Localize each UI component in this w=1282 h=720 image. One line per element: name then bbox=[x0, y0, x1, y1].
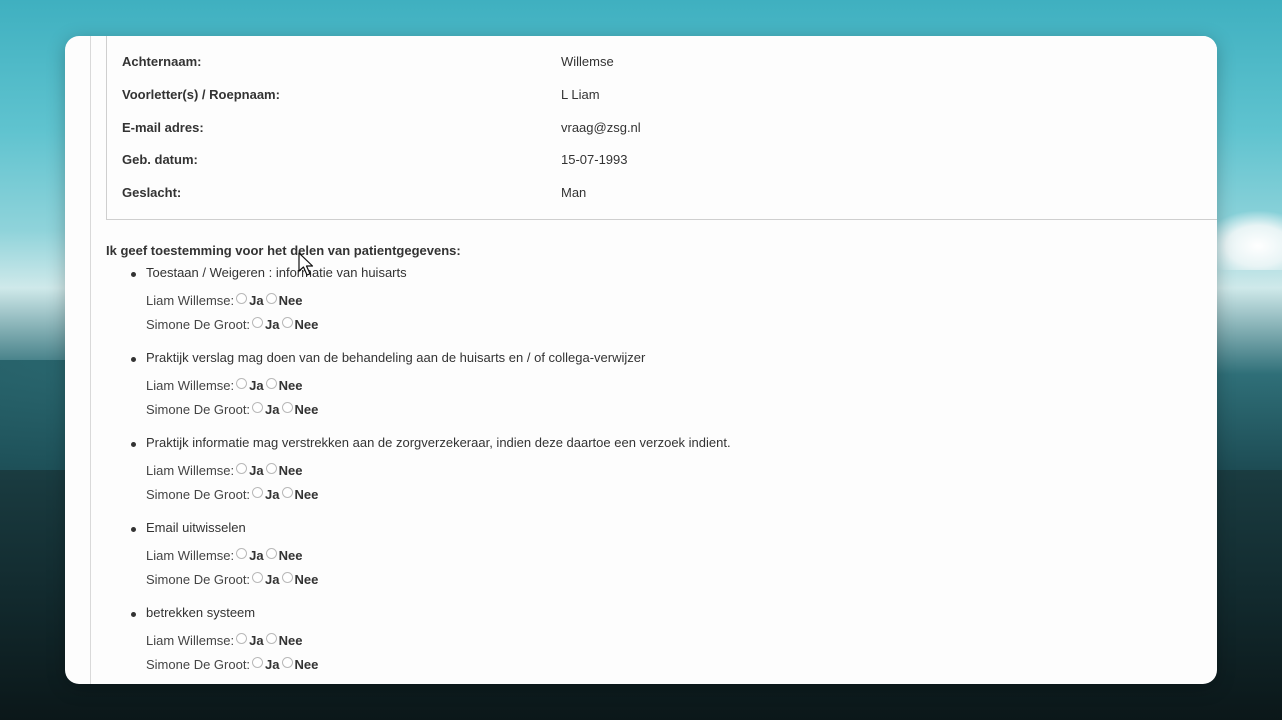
consent-item-text: Praktijk informatie mag verstrekken aan … bbox=[146, 435, 731, 450]
app-window: Achternaam: Willemse Voorletter(s) / Roe… bbox=[65, 36, 1217, 684]
yes-label: Ja bbox=[249, 633, 264, 649]
info-row-birthdate: Geb. datum: 15-07-1993 bbox=[107, 152, 1217, 174]
person-name: Simone De Groot: bbox=[146, 487, 251, 503]
no-label: Nee bbox=[294, 317, 319, 333]
radio-yes[interactable] bbox=[252, 657, 264, 669]
consent-item-text: Praktijk verslag mag doen van de behande… bbox=[146, 350, 646, 365]
patient-info-panel: Achternaam: Willemse Voorletter(s) / Roe… bbox=[106, 36, 1217, 220]
no-label: Nee bbox=[278, 293, 303, 309]
consent-person-row: Liam Willemse: Ja Nee bbox=[146, 377, 302, 397]
consent-item-text: Toestaan / Weigeren : informatie van hui… bbox=[146, 265, 407, 280]
consent-item: Praktijk informatie mag verstrekken aan … bbox=[106, 435, 1106, 515]
radio-no[interactable] bbox=[281, 402, 293, 414]
consent-item: Toestaan / Weigeren : informatie van hui… bbox=[106, 265, 1106, 345]
info-row-gender: Geslacht: Man bbox=[107, 185, 1217, 207]
radio-no[interactable] bbox=[265, 548, 277, 560]
person-name: Liam Willemse: bbox=[146, 378, 235, 394]
person-name: Simone De Groot: bbox=[146, 402, 251, 418]
radio-yes[interactable] bbox=[236, 293, 248, 305]
bullet-icon bbox=[131, 357, 136, 362]
info-label: Achternaam: bbox=[122, 54, 202, 69]
radio-no[interactable] bbox=[281, 487, 293, 499]
radio-no[interactable] bbox=[265, 293, 277, 305]
yes-label: Ja bbox=[265, 487, 280, 503]
no-label: Nee bbox=[278, 633, 303, 649]
person-name: Simone De Groot: bbox=[146, 572, 251, 588]
radio-no[interactable] bbox=[265, 463, 277, 475]
yes-label: Ja bbox=[249, 463, 264, 479]
no-label: Nee bbox=[294, 657, 319, 673]
consent-person-row: Liam Willemse: Ja Nee bbox=[146, 632, 302, 652]
radio-no[interactable] bbox=[265, 633, 277, 645]
yes-label: Ja bbox=[249, 293, 264, 309]
radio-no[interactable] bbox=[281, 572, 293, 584]
consent-heading: Ik geef toestemming voor het delen van p… bbox=[106, 243, 461, 258]
consent-person-row: Simone De Groot: Ja Nee bbox=[146, 486, 318, 506]
radio-no[interactable] bbox=[281, 317, 293, 329]
consent-item: Email uitwisselen Liam Willemse: Ja Nee Si… bbox=[106, 520, 1106, 600]
consent-person-row: Simone De Groot: Ja Nee bbox=[146, 571, 318, 591]
person-name: Simone De Groot: bbox=[146, 657, 251, 673]
person-name: Liam Willemse: bbox=[146, 548, 235, 564]
info-value: L Liam bbox=[561, 87, 600, 102]
consent-person-row: Liam Willemse: Ja Nee bbox=[146, 547, 302, 567]
consent-person-row: Simone De Groot: Ja Nee bbox=[146, 656, 318, 676]
radio-yes[interactable] bbox=[252, 317, 264, 329]
person-name: Liam Willemse: bbox=[146, 463, 235, 479]
no-label: Nee bbox=[294, 572, 319, 588]
info-row-lastname: Achternaam: Willemse bbox=[107, 54, 1217, 76]
info-row-initials: Voorletter(s) / Roepnaam: L Liam bbox=[107, 87, 1217, 109]
person-name: Liam Willemse: bbox=[146, 293, 235, 309]
info-row-email: E-mail adres: vraag@zsg.nl bbox=[107, 120, 1217, 142]
consent-person-row: Liam Willemse: Ja Nee bbox=[146, 462, 302, 482]
consent-person-row: Liam Willemse: Ja Nee bbox=[146, 292, 302, 312]
yes-label: Ja bbox=[249, 548, 264, 564]
radio-yes[interactable] bbox=[252, 402, 264, 414]
radio-yes[interactable] bbox=[236, 548, 248, 560]
info-value: 15-07-1993 bbox=[561, 152, 628, 167]
no-label: Nee bbox=[278, 463, 303, 479]
consent-item-text: Email uitwisselen bbox=[146, 520, 246, 535]
info-label: Geb. datum: bbox=[122, 152, 198, 167]
yes-label: Ja bbox=[265, 572, 280, 588]
no-label: Nee bbox=[278, 378, 303, 394]
info-label: Voorletter(s) / Roepnaam: bbox=[122, 87, 280, 102]
person-name: Liam Willemse: bbox=[146, 633, 235, 649]
bullet-icon bbox=[131, 612, 136, 617]
radio-no[interactable] bbox=[265, 378, 277, 390]
yes-label: Ja bbox=[265, 317, 280, 333]
radio-no[interactable] bbox=[281, 657, 293, 669]
radio-yes[interactable] bbox=[252, 487, 264, 499]
yes-label: Ja bbox=[265, 657, 280, 673]
bullet-icon bbox=[131, 272, 136, 277]
info-label: Geslacht: bbox=[122, 185, 182, 200]
yes-label: Ja bbox=[249, 378, 264, 394]
consent-person-row: Simone De Groot: Ja Nee bbox=[146, 401, 318, 421]
radio-yes[interactable] bbox=[236, 463, 248, 475]
consent-item: Praktijk verslag mag doen van de behande… bbox=[106, 350, 1106, 430]
bullet-icon bbox=[131, 442, 136, 447]
yes-label: Ja bbox=[265, 402, 280, 418]
info-value: Man bbox=[561, 185, 587, 200]
left-border-rule bbox=[90, 36, 91, 684]
consent-item-text: betrekken systeem bbox=[146, 605, 256, 620]
radio-yes[interactable] bbox=[236, 633, 248, 645]
info-value: vraag@zsg.nl bbox=[561, 120, 641, 135]
no-label: Nee bbox=[278, 548, 303, 564]
consent-person-row: Simone De Groot: Ja Nee bbox=[146, 316, 318, 336]
no-label: Nee bbox=[294, 402, 319, 418]
info-label: E-mail adres: bbox=[122, 120, 204, 135]
no-label: Nee bbox=[294, 487, 319, 503]
info-value: Willemse bbox=[561, 54, 614, 69]
consent-item: betrekken systeem Liam Willemse: Ja Nee Si… bbox=[106, 605, 1106, 684]
person-name: Simone De Groot: bbox=[146, 317, 251, 333]
radio-yes[interactable] bbox=[252, 572, 264, 584]
mouse-cursor-icon bbox=[298, 252, 314, 276]
bullet-icon bbox=[131, 527, 136, 532]
radio-yes[interactable] bbox=[236, 378, 248, 390]
